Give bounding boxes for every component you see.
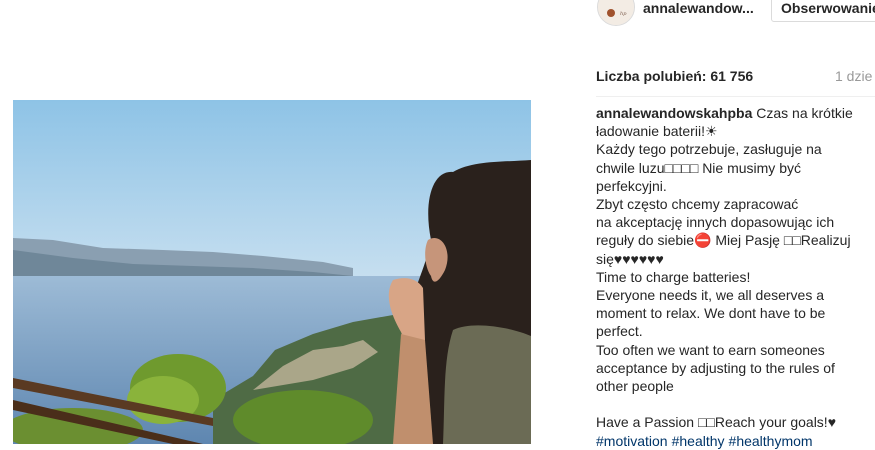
caption-line: chwile luzu□□□□ Nie musimy być xyxy=(596,159,801,176)
caption-line: ładowanie baterii!☀ xyxy=(596,123,718,140)
likes-count[interactable]: Liczba polubień: 61 756 xyxy=(596,68,753,84)
divider xyxy=(596,96,875,97)
post-timestamp[interactable]: 1 dzie xyxy=(835,68,872,84)
following-button[interactable]: Obserwowanie xyxy=(771,0,875,22)
caption-line: Too often we want to earn someones xyxy=(596,341,825,358)
hashtag-link[interactable]: #healthymom xyxy=(729,433,813,449)
caption-line: się♥♥♥♥♥♥ xyxy=(596,250,664,267)
post-caption: annalewandowskahpba Czas na krótkie łado… xyxy=(596,104,864,450)
caption-line: Everyone needs it, we all deserves a xyxy=(596,287,825,304)
caption-hashtags: #motivation #healthy #healthymom xyxy=(596,432,864,450)
caption-line: perfect. xyxy=(596,323,643,340)
post-photo[interactable] xyxy=(13,100,531,444)
post-author-username[interactable]: annalewandow... xyxy=(643,0,754,16)
hashtag-link[interactable]: #motivation xyxy=(596,433,668,449)
caption-line: Zbyt często chcemy zapracować xyxy=(596,196,799,213)
caption-line: other people xyxy=(596,378,674,395)
caption-line: na akceptację innych dopasowując ich xyxy=(596,214,835,231)
caption-line-first: annalewandowskahpba Czas na krótkie xyxy=(596,104,864,122)
svg-text:hp: hp xyxy=(620,11,627,17)
caption-line xyxy=(596,395,864,413)
caption-text: Czas na krótkie xyxy=(752,105,853,121)
caption-line: perfekcyjni. xyxy=(596,177,667,194)
caption-line: acceptance by adjusting to the rules of xyxy=(596,359,835,376)
caption-line: moment to relax. We dont have to be xyxy=(596,305,826,322)
caption-line: reguły do siebie⛔ Miej Pasję □□Realizuj xyxy=(596,232,851,249)
profile-avatar-icon[interactable]: hp xyxy=(597,0,635,26)
caption-line: Time to charge batteries! xyxy=(596,268,751,285)
caption-line: Każdy tego potrzebuje, zasługuje na xyxy=(596,141,822,158)
caption-line: Have a Passion □□Reach your goals!♥ xyxy=(596,414,837,431)
caption-author-link[interactable]: annalewandowskahpba xyxy=(596,105,752,121)
hashtag-link[interactable]: #healthy xyxy=(672,433,725,449)
